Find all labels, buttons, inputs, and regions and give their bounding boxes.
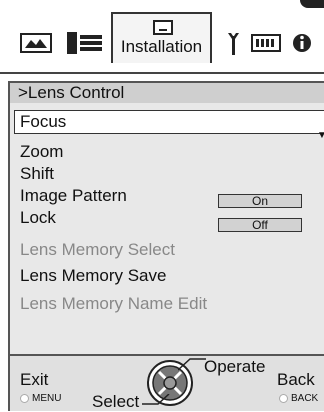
- exit-label: Exit: [20, 370, 49, 389]
- menu-item-lens-memory-save[interactable]: Lens Memory Save: [20, 266, 166, 286]
- menu-item-zoom[interactable]: Zoom: [20, 142, 63, 162]
- menu-button-icon: [20, 393, 29, 403]
- tab-picture[interactable]: [20, 19, 54, 63]
- lock-value[interactable]: Off: [218, 218, 302, 232]
- projector-menu-screen: Installation >Lens Control Focus ▼ Zoom …: [0, 0, 324, 411]
- operate-label: Operate: [204, 357, 266, 376]
- tab-settings[interactable]: [224, 19, 244, 63]
- tab-control[interactable]: [251, 19, 283, 63]
- tab-information[interactable]: [292, 19, 314, 63]
- back-label: Back: [277, 370, 315, 389]
- menu-tab-bar: Installation: [0, 0, 324, 72]
- menu-item-image-pattern[interactable]: Image Pattern: [20, 186, 127, 206]
- back-key[interactable]: BACK: [279, 393, 318, 404]
- menu-item-lens-memory-name-edit: Lens Memory Name Edit: [20, 294, 208, 313]
- select-pointer: [142, 394, 170, 405]
- exit-key[interactable]: MENU: [20, 393, 61, 404]
- tab-installation[interactable]: Installation: [111, 12, 212, 63]
- picture-icon: [20, 33, 52, 53]
- menu-item-shift[interactable]: Shift: [20, 164, 54, 184]
- monitor-icon: [153, 20, 173, 35]
- menu-item-lens-memory-select: Lens Memory Select: [20, 240, 175, 259]
- back-button-icon: [279, 393, 288, 403]
- tab-divider: [0, 72, 324, 74]
- signal-input-icon: [67, 32, 102, 54]
- select-label: Select: [92, 392, 140, 411]
- menu-item-lock[interactable]: Lock: [20, 208, 56, 228]
- keyboard-icon: [251, 34, 281, 52]
- image-pattern-value[interactable]: On: [218, 194, 302, 208]
- menu-item-focus[interactable]: Focus: [14, 110, 324, 134]
- tab-signal-input[interactable]: [67, 19, 103, 63]
- chevron-down-icon: ▼: [317, 130, 324, 141]
- wrench-icon: [228, 33, 239, 55]
- section-header: >Lens Control: [8, 81, 324, 103]
- tab-installation-label: Installation: [120, 37, 203, 56]
- info-icon: [293, 34, 311, 52]
